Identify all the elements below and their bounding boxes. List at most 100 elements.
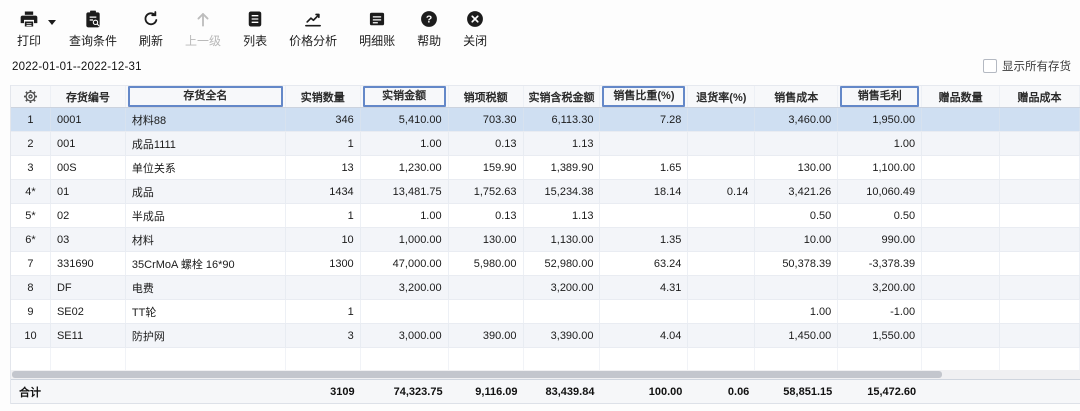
column-header-code[interactable]: 存货编号 [51, 86, 126, 107]
table-row[interactable]: 9SE02TT轮11.00-1.00 [11, 300, 1080, 324]
table-cell-sales_ratio: 18.14 [600, 180, 688, 203]
table-cell-sales_ratio: 7.28 [600, 108, 688, 131]
column-header-gift_cost[interactable]: 赠品成本 [1000, 86, 1080, 107]
table-cell-qty: 10 [286, 228, 361, 251]
table-row[interactable]: 4*01成品143413,481.751,752.6315,234.3818.1… [11, 180, 1080, 204]
table-row[interactable]: 6*03材料101,000.00130.001,130.001.3510.009… [11, 228, 1080, 252]
table-cell-cost: 130.00 [755, 156, 838, 179]
empty-cell [688, 348, 755, 370]
empty-cell [126, 348, 286, 370]
up-level-icon [193, 9, 213, 29]
total-cell-cost: 58,851.15 [755, 380, 838, 403]
checkbox-icon[interactable] [983, 59, 997, 73]
empty-cell [51, 348, 126, 370]
toolbar-button-printer[interactable]: 打印 [6, 7, 52, 51]
horizontal-scrollbar[interactable] [11, 370, 1080, 379]
table-cell-amount_with_tax: 3,390.00 [524, 324, 601, 347]
print-dropdown-caret-icon[interactable] [48, 20, 56, 25]
table-cell-name: TT轮 [126, 300, 286, 323]
toolbar-button-label: 查询条件 [69, 32, 117, 49]
column-header-return_rate[interactable]: 退货率(%) [688, 86, 755, 107]
show-all-inventory-checkbox[interactable]: 显示所有存货 [983, 58, 1071, 74]
table-cell-return_rate [688, 108, 755, 131]
table-cell-code: SE02 [51, 300, 126, 323]
column-header-profit[interactable]: 销售毛利 [838, 86, 922, 107]
table-cell-gift_cost [1000, 300, 1080, 323]
column-header-amount_with_tax[interactable]: 实销含税金额 [524, 86, 601, 107]
table-row[interactable]: 2001成品111111.000.131.131.00 [11, 132, 1080, 156]
detail-ledger-icon [367, 9, 387, 29]
table-row[interactable]: 10001材料883465,410.00703.306,113.307.283,… [11, 108, 1080, 132]
total-cell-amount: 74,323.75 [361, 380, 449, 403]
column-settings-gear-cell[interactable] [11, 86, 51, 107]
table-cell-gift_cost [1000, 324, 1080, 347]
toolbar-button-label: 上一级 [185, 32, 221, 49]
table-cell-gift_cost [1000, 204, 1080, 227]
table-cell-return_rate [688, 228, 755, 251]
table-cell-return_rate [688, 132, 755, 155]
table-cell-code: 331690 [51, 252, 126, 275]
table-cell-profit: 10,060.49 [838, 180, 922, 203]
table-cell-qty: 1434 [286, 180, 361, 203]
empty-cell [286, 348, 361, 370]
column-header-sales_ratio[interactable]: 销售比重(%) [600, 86, 688, 107]
total-cell-amount_with_tax: 83,439.84 [524, 380, 601, 403]
column-header-label: 实销金额 [363, 86, 446, 107]
toolbar-button-help[interactable]: ?帮助 [406, 7, 452, 51]
table-cell-rownum: 6* [11, 228, 51, 251]
empty-cell [838, 348, 922, 370]
column-header-name[interactable]: 存货全名 [126, 86, 286, 107]
column-header-tax[interactable]: 销项税额 [449, 86, 524, 107]
total-cell-sales_ratio: 100.00 [600, 380, 688, 403]
column-header-gift_qty[interactable]: 赠品数量 [922, 86, 1000, 107]
toolbar-button-refresh[interactable]: 刷新 [128, 7, 174, 51]
table-cell-profit: 1,100.00 [838, 156, 922, 179]
table-row[interactable]: 300S单位关系131,230.00159.901,389.901.65130.… [11, 156, 1080, 180]
table-cell-rownum: 10 [11, 324, 51, 347]
date-range-label: 2022-01-01--2022-12-31 [12, 61, 142, 73]
table-cell-code: 03 [51, 228, 126, 251]
table-cell-name: 材料88 [126, 108, 286, 131]
table-row[interactable]: 8DF电费3,200.003,200.004.313,200.00 [11, 276, 1080, 300]
toolbar-button-price-analysis[interactable]: 价格分析 [278, 7, 348, 51]
table-cell-qty: 346 [286, 108, 361, 131]
table-cell-gift_qty [922, 300, 1000, 323]
empty-cell [11, 348, 51, 370]
table-cell-gift_qty [922, 324, 1000, 347]
refresh-icon [141, 9, 161, 29]
table-cell-gift_cost [1000, 108, 1080, 131]
column-header-amount[interactable]: 实销金额 [361, 86, 449, 107]
column-header-cost[interactable]: 销售成本 [755, 86, 838, 107]
table-cell-return_rate [688, 276, 755, 299]
table-empty-area [11, 348, 1080, 370]
column-header-label: 销售成本 [774, 89, 818, 105]
table-cell-name: 成品 [126, 180, 286, 203]
toolbar-button-close[interactable]: 关闭 [452, 7, 498, 51]
table-cell-return_rate [688, 252, 755, 275]
table-cell-qty: 13 [286, 156, 361, 179]
toolbar-button-query-conditions[interactable]: 查询条件 [58, 7, 128, 51]
table-cell-code: 01 [51, 180, 126, 203]
table-cell-qty [286, 276, 361, 299]
table-row[interactable]: 10SE11防护网33,000.00390.003,390.004.041,45… [11, 324, 1080, 348]
total-row: 合计310974,323.759,116.0983,439.84100.000.… [11, 379, 1080, 404]
table-cell-qty: 1300 [286, 252, 361, 275]
empty-cell [600, 348, 688, 370]
column-header-qty[interactable]: 实销数量 [286, 86, 361, 107]
toolbar-button-label: 帮助 [417, 32, 441, 49]
toolbar-button-list[interactable]: 列表 [232, 7, 278, 51]
table-row[interactable]: 733169035CrMoA 螺栓 16*90130047,000.005,98… [11, 252, 1080, 276]
table-cell-amount_with_tax: 15,234.38 [524, 180, 601, 203]
table-cell-rownum: 5* [11, 204, 51, 227]
table-row[interactable]: 5*02半成品11.000.131.130.500.50 [11, 204, 1080, 228]
table-cell-gift_qty [922, 108, 1000, 131]
total-cell-qty: 3109 [286, 380, 361, 403]
column-header-label: 赠品数量 [939, 89, 983, 105]
table-cell-name: 35CrMoA 螺栓 16*90 [126, 252, 286, 275]
column-header-label: 销售比重(%) [602, 86, 685, 107]
table-cell-gift_cost [1000, 276, 1080, 299]
scrollbar-thumb[interactable] [12, 371, 942, 378]
table-cell-profit: -1.00 [838, 300, 922, 323]
table-cell-name: 材料 [126, 228, 286, 251]
toolbar-button-detail-ledger[interactable]: 明细账 [348, 7, 406, 51]
